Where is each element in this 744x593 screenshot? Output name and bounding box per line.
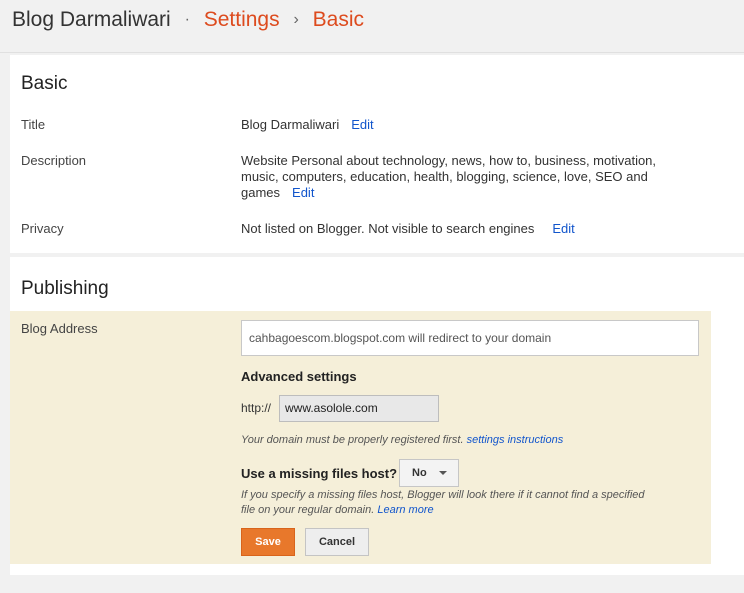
title-label: Title [21, 117, 46, 132]
missing-host-hint-line: file on your regular domain. [241, 504, 375, 516]
learn-more-link[interactable]: Learn more [377, 504, 433, 516]
missing-host-hint-line: If you specify a missing files host, Blo… [241, 489, 645, 501]
description-label: Description [21, 153, 87, 168]
domain-hint: Your domain must be properly registered … [241, 433, 563, 448]
blog-address-label: Blog Address [21, 321, 98, 336]
privacy-row: Not listed on Blogger. Not visible to se… [241, 221, 575, 237]
missing-host-hint: If you specify a missing files host, Blo… [241, 488, 645, 518]
breadcrumb-blog-name[interactable]: Blog Darmaliwari [12, 8, 171, 31]
description-line: music, computers, education, health, blo… [241, 169, 648, 184]
custom-domain-input[interactable]: www.asolole.com [279, 395, 439, 422]
advanced-settings-heading: Advanced settings [241, 369, 357, 384]
missing-files-host-label: Use a missing files host? [241, 466, 398, 481]
description-line: Website Personal about technology, news,… [241, 153, 657, 168]
missing-files-host-value: No [412, 467, 427, 479]
settings-instructions-link[interactable]: settings instructions [467, 434, 564, 446]
description-line: games [241, 185, 281, 200]
title-edit-link[interactable]: Edit [351, 117, 373, 132]
title-row: Blog Darmaliwari Edit [241, 117, 374, 133]
cancel-button[interactable]: Cancel [305, 528, 369, 556]
privacy-edit-link[interactable]: Edit [552, 221, 574, 236]
privacy-value: Not listed on Blogger. Not visible to se… [241, 221, 535, 236]
publishing-heading: Publishing [21, 278, 109, 299]
domain-hint-text: Your domain must be properly registered … [241, 434, 464, 446]
description-row: Website Personal about technology, news,… [241, 153, 656, 201]
breadcrumb-separator: › [293, 11, 299, 28]
breadcrumb-current-page: Basic [312, 8, 364, 31]
blog-address-input[interactable]: cahbagoescom.blogspot.com will redirect … [241, 320, 699, 356]
http-prefix: http:// [241, 401, 272, 415]
header-bar: Blog Darmaliwari · Settings › Basic [0, 0, 744, 53]
save-button[interactable]: Save [241, 528, 295, 556]
title-value: Blog Darmaliwari [241, 117, 340, 132]
breadcrumb-separator: · [184, 11, 190, 28]
description-edit-link[interactable]: Edit [292, 185, 314, 200]
breadcrumb: Blog Darmaliwari · Settings › Basic [12, 8, 364, 32]
chevron-down-icon [439, 471, 447, 475]
breadcrumb-settings[interactable]: Settings [204, 8, 280, 31]
missing-files-host-select[interactable]: No [399, 459, 459, 487]
privacy-label: Privacy [21, 221, 64, 236]
basic-heading: Basic [21, 73, 68, 94]
